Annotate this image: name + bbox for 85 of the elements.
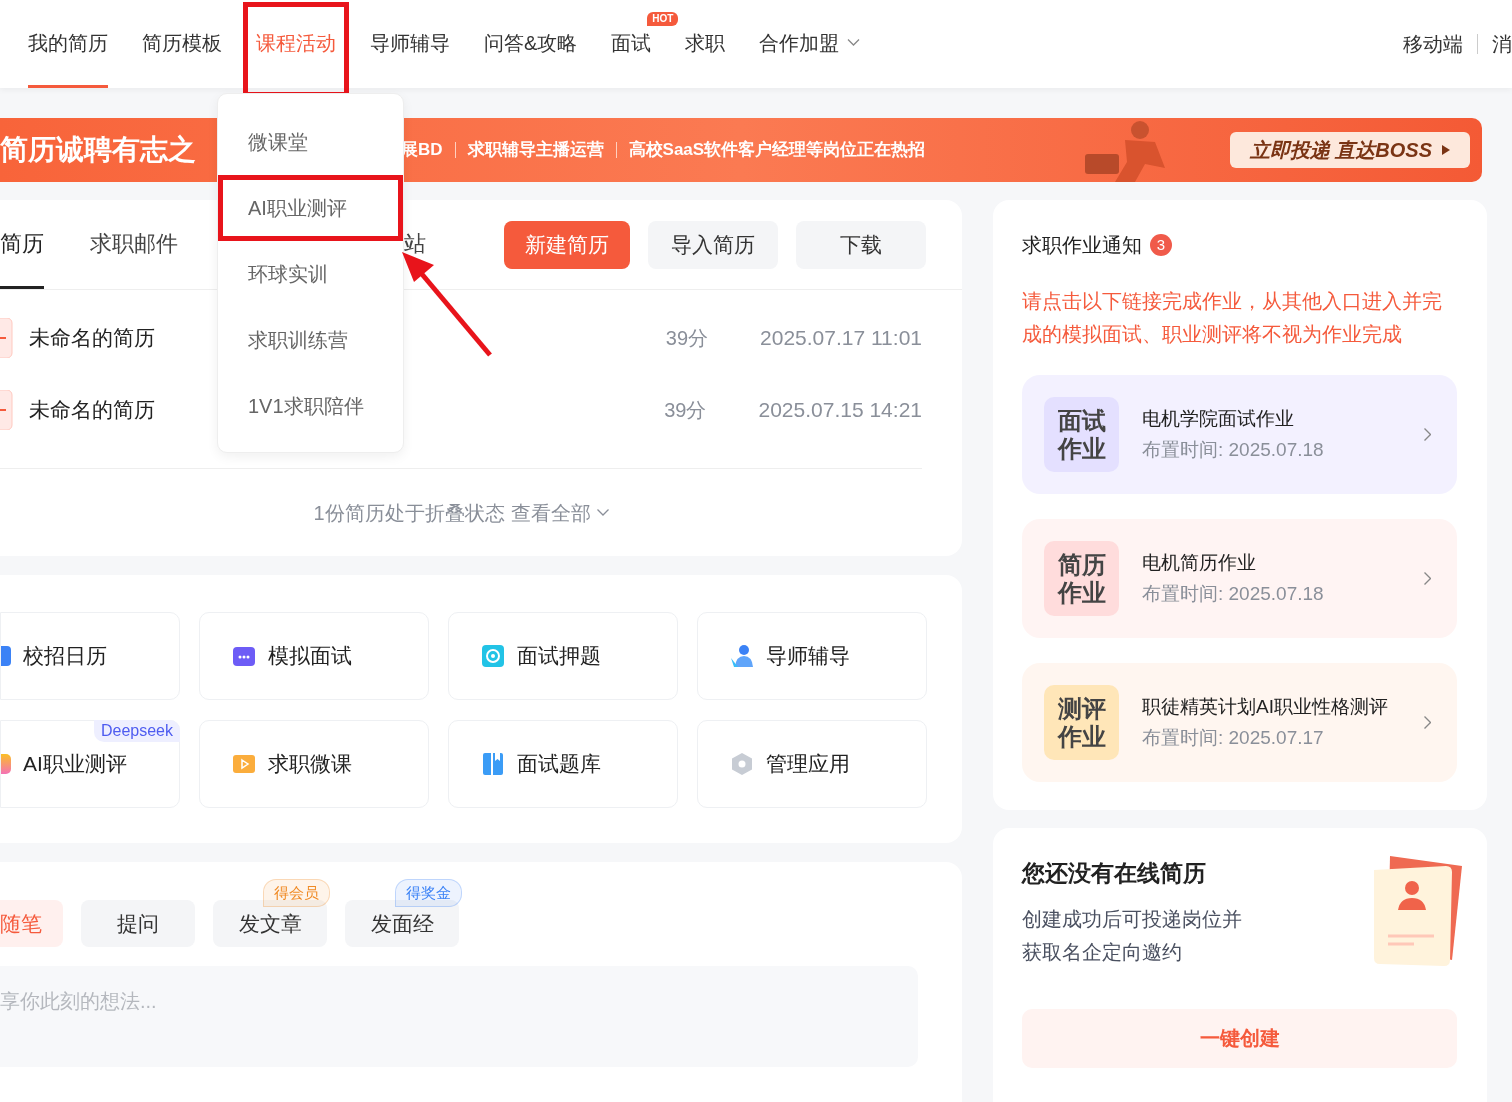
homework-tag: 面试作业 [1044, 397, 1119, 472]
resume-tab[interactable]: 求职邮件 [90, 200, 178, 289]
homework-title: 求职作业通知 [1022, 233, 1142, 258]
tool-label: 校招日历 [23, 643, 107, 670]
dropdown-item[interactable]: 1V1求职陪伴 [218, 373, 403, 439]
tool-tile[interactable]: 求职微课 [199, 720, 429, 808]
resume-date: 2025.07.15 14:21 [758, 397, 922, 424]
chevron-down-icon [596, 509, 609, 516]
tool-label: AI职业测评 [23, 751, 127, 778]
resume-date: 2025.07.17 11:01 [760, 325, 922, 352]
resume-action-button[interactable]: 下载 [796, 220, 926, 269]
resume-name[interactable]: 未命名的简历 [29, 322, 155, 354]
nav-tab[interactable]: 问答&攻略 [484, 0, 578, 88]
banner-title: 简历诚聘有志之 [0, 133, 196, 167]
hexagon-icon [730, 752, 754, 776]
reward-badge: 得奖金 [395, 879, 462, 907]
tool-label: 求职微课 [268, 751, 352, 778]
tool-label: 面试押题 [517, 643, 601, 670]
chevron-right-icon [1424, 428, 1431, 441]
collapsed-note: 1份简历处于折叠状态 [313, 500, 505, 526]
tool-tile[interactable]: 面试题库 [448, 720, 678, 808]
tool-label: 管理应用 [766, 751, 850, 778]
calendar-icon [1, 644, 11, 668]
tool-label: 模拟面试 [268, 643, 352, 670]
nav-link[interactable]: 移动端 [1403, 29, 1463, 59]
chevron-down-icon [847, 39, 861, 46]
chevron-right-icon [1424, 572, 1431, 585]
tool-tile[interactable]: Deepseek AI职业测评 [0, 720, 180, 808]
homework-time: 布置时间: 2025.07.18 [1142, 581, 1324, 606]
resume-score: 39分 [665, 326, 709, 351]
dropdown-item[interactable]: 求职训练营 [218, 307, 403, 373]
deepseek-badge: Deepseek [93, 720, 180, 742]
play-triangle-icon [1442, 145, 1450, 155]
homework-time: 布置时间: 2025.07.17 [1142, 725, 1325, 750]
tool-label: 面试题库 [517, 751, 601, 778]
resume-name[interactable]: 未命名的简历 [29, 394, 155, 426]
hot-badge: HOT [647, 12, 679, 26]
empty-description: 创建成功后可投递岗位并获取名企定向邀约 [1022, 906, 1243, 965]
chevron-right-icon [1424, 716, 1431, 729]
resume-action-button[interactable]: 导入简历 [648, 220, 778, 269]
resume-file-icon [0, 318, 14, 358]
resume-tab[interactable]: 站 [404, 200, 426, 289]
tool-tile[interactable]: 管理应用 [697, 720, 927, 808]
tool-tile[interactable]: 导师辅导 [697, 612, 927, 700]
job-text: 高校SaaS软件客户经理等岗位正在热招 [628, 139, 926, 162]
nav-tab[interactable]: 求职 [685, 0, 726, 88]
person-icon [730, 644, 754, 668]
nav-tab[interactable]: 合作加盟 [759, 0, 861, 88]
gradient-icon [1, 752, 11, 776]
post-type-tab[interactable]: 发面经 [345, 900, 459, 947]
post-type-tab[interactable]: 发文章 [213, 900, 327, 947]
count-badge: 3 [1150, 234, 1172, 256]
resume-tab[interactable]: 简历 [0, 200, 44, 289]
nav-link[interactable]: 消 [1492, 29, 1512, 59]
reward-badge: 得会员 [263, 879, 330, 907]
homework-name: 职徒精英计划AI职业性格测评 [1142, 695, 1388, 719]
homework-time: 布置时间: 2025.07.18 [1142, 437, 1324, 462]
apply-button[interactable]: 立即投递 直达BOSS [1229, 132, 1470, 168]
homework-item[interactable]: 面试作业 电机学院面试作业 布置时间: 2025.07.18 [1022, 375, 1457, 494]
nav-tab[interactable]: 我的简历 [28, 0, 108, 88]
resume-score: 39分 [664, 398, 707, 423]
homework-item[interactable]: 测评作业 职徒精英计划AI职业性格测评 布置时间: 2025.07.17 [1022, 663, 1457, 782]
empty-title: 您还没有在线简历 [1022, 859, 1207, 888]
homework-tag: 简历作业 [1044, 541, 1119, 616]
nav-tab[interactable]: 简历模板 [142, 0, 222, 88]
target-icon [481, 644, 505, 668]
dropdown-item[interactable]: AI职业测评 [218, 175, 403, 241]
tool-tile[interactable]: 模拟面试 [199, 612, 429, 700]
play-icon [232, 752, 256, 776]
job-text: 求职辅导主播运营 [467, 139, 604, 162]
book-icon [481, 752, 505, 776]
post-type-tab[interactable]: 提问 [81, 900, 195, 947]
homework-notice: 请点击以下链接完成作业，从其他入口进入并完成的模拟面试、职业测评将不视为作业完成 [1022, 289, 1443, 347]
robot-icon [232, 644, 256, 668]
resume-file-icon [0, 390, 14, 430]
nav-tab[interactable]: 导师辅导 [370, 0, 450, 88]
homework-tag: 测评作业 [1044, 685, 1119, 760]
post-input-field[interactable]: 享你此刻的想法... [0, 966, 918, 1067]
dropdown-item[interactable]: 环球实训 [218, 241, 403, 307]
tool-label: 导师辅导 [766, 643, 850, 670]
homework-item[interactable]: 简历作业 电机简历作业 布置时间: 2025.07.18 [1022, 519, 1457, 638]
tool-tile[interactable]: 校招日历 [0, 612, 180, 700]
homework-name: 电机简历作业 [1142, 551, 1257, 575]
homework-name: 电机学院面试作业 [1142, 407, 1295, 431]
tool-tile[interactable]: 面试押题 [448, 612, 678, 700]
